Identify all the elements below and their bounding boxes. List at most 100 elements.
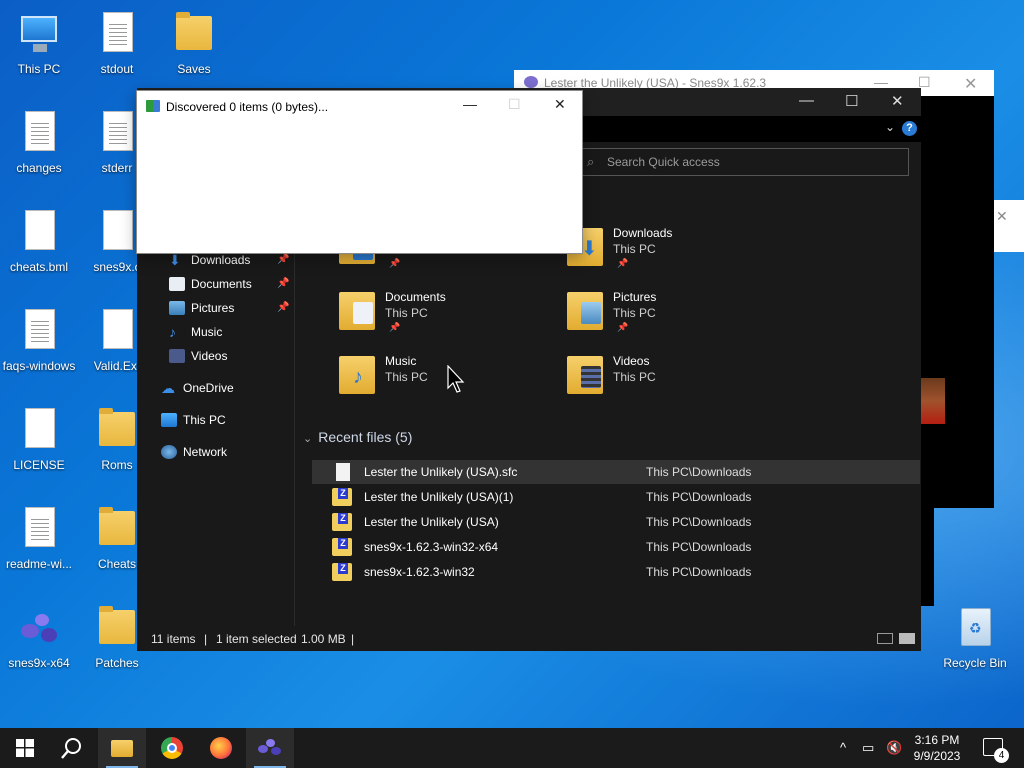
nav-item-label: Music [191, 325, 223, 339]
chevron-down-icon[interactable]: ⌄ [885, 120, 895, 134]
desktop-icon-label: Cheats [97, 557, 137, 571]
close-icon[interactable]: ✕ [964, 74, 977, 94]
start-button[interactable] [0, 728, 48, 768]
quick-access-location: This PC [613, 306, 656, 320]
desktop-icon-label: changes [16, 161, 62, 175]
videos-folder-icon [567, 356, 603, 394]
snes9x-icon [524, 76, 538, 88]
desktop-icon-label: Valid.Ext [93, 359, 141, 373]
chrome-icon [161, 737, 183, 759]
taskbar-file-explorer[interactable] [98, 728, 146, 768]
recycle-bin-icon: ♻ [953, 604, 997, 652]
nav-item-pictures[interactable]: Pictures [169, 298, 234, 318]
recent-file-row[interactable]: snes9x-1.62.3-win32 This PC\Downloads [312, 560, 920, 584]
folder-icon [111, 740, 133, 757]
file-icon [17, 406, 61, 454]
desktop-icon-saves[interactable]: Saves [155, 4, 233, 86]
minimize-icon[interactable]: — [463, 96, 477, 112]
recent-files-header[interactable]: ⌄ Recent files (5) [303, 429, 412, 445]
nav-item-documents[interactable]: Documents [169, 274, 252, 294]
text-file-icon [95, 10, 139, 58]
search-button[interactable] [48, 728, 96, 768]
pin-icon[interactable]: 📌 [277, 254, 289, 265]
taskbar-firefox[interactable] [197, 728, 245, 768]
desktop-icon-label: Roms [101, 458, 133, 472]
volume-muted-icon[interactable]: 🔇 [886, 740, 902, 756]
desktop-icon-this-pc[interactable]: This PC [0, 4, 78, 86]
pictures-icon [169, 301, 185, 315]
file-location: This PC\Downloads [646, 540, 752, 554]
desktop-icon-readme[interactable]: readme-wi... [0, 499, 78, 581]
desktop-icon-cheats-bml[interactable]: cheats.bml [0, 202, 78, 284]
chevron-up-icon[interactable]: ^ [840, 740, 846, 755]
minimize-icon[interactable]: — [799, 92, 814, 109]
taskbar-chrome[interactable] [148, 728, 196, 768]
desktop-icon-snes9x-x64[interactable]: snes9x-x64 [0, 598, 78, 680]
desktop-icon-label: LICENSE [13, 458, 65, 472]
nav-item-videos[interactable]: Videos [169, 346, 227, 366]
desktop-icon-label: faqs-windows [2, 359, 76, 373]
network-status-icon[interactable]: ▭ [862, 740, 874, 756]
pin-icon[interactable]: 📌 [277, 278, 289, 289]
large-icons-view-icon[interactable] [899, 633, 915, 644]
nav-item-network[interactable]: Network [161, 442, 227, 462]
discovery-dialog[interactable]: Discovered 0 items (0 bytes)... — ☐ ✕ [136, 90, 583, 254]
desktop-icon-label: readme-wi... [5, 557, 73, 571]
search-icon: ⌕ [587, 154, 595, 169]
notification-count-badge: 4 [994, 748, 1009, 763]
videos-icon [169, 349, 185, 363]
desktop-icon-recycle-bin[interactable]: ♻ Recycle Bin [936, 598, 1014, 680]
taskbar-snes9x[interactable] [246, 728, 294, 768]
recent-file-row[interactable]: snes9x-1.62.3-win32-x64 This PC\Download… [312, 535, 920, 559]
desktop-icon-faqs-windows[interactable]: faqs-windows [0, 301, 78, 383]
close-icon[interactable]: ✕ [554, 96, 566, 113]
help-icon[interactable]: ? [902, 121, 917, 136]
pictures-folder-icon [567, 292, 603, 330]
quick-access-location: This PC [385, 306, 428, 320]
close-icon[interactable]: ✕ [891, 92, 904, 110]
snes9x-icon [258, 739, 282, 757]
file-icon [95, 208, 139, 256]
pin-icon[interactable]: 📌 [389, 322, 400, 333]
zip-folder-icon [332, 513, 352, 531]
nav-item-onedrive[interactable]: ☁ OneDrive [161, 378, 234, 398]
text-file-icon [95, 109, 139, 157]
desktop-icon-changes[interactable]: changes [0, 103, 78, 185]
nav-item-label: Downloads [191, 253, 251, 267]
recent-file-row[interactable]: Lester the Unlikely (USA).sfc This PC\Do… [312, 460, 920, 484]
search-input[interactable]: ⌕ Search Quick access [580, 148, 909, 176]
dialog-titlebar[interactable]: Discovered 0 items (0 bytes)... — ☐ ✕ [137, 91, 582, 119]
quick-access-item-documents[interactable]: Documents This PC 📌 [339, 290, 539, 342]
pin-icon[interactable]: 📌 [277, 302, 289, 313]
computer-icon [161, 413, 177, 427]
quick-access-item-music[interactable]: ♪ Music This PC [339, 354, 539, 406]
desktop-icon-license[interactable]: LICENSE [0, 400, 78, 482]
desktop-icon-stdout[interactable]: stdout [78, 4, 156, 86]
music-folder-icon: ♪ [339, 356, 375, 394]
details-view-icon[interactable] [877, 633, 893, 644]
quick-access-name: Videos [613, 354, 650, 368]
nav-item-music[interactable]: ♪ Music [169, 322, 222, 342]
dialog-title: Discovered 0 items (0 bytes)... [166, 100, 329, 114]
recent-file-row[interactable]: Lester the Unlikely (USA) This PC\Downlo… [312, 510, 920, 534]
quick-access-item-pictures[interactable]: Pictures This PC 📌 [567, 290, 767, 342]
file-name: snes9x-1.62.3-win32-x64 [364, 540, 499, 554]
quick-access-name: Music [385, 354, 417, 368]
selection-size: 1.00 MB [301, 632, 346, 646]
nav-item-this-pc[interactable]: This PC [161, 410, 226, 430]
pin-icon[interactable]: 📌 [389, 258, 400, 269]
file-location: This PC\Downloads [646, 515, 752, 529]
maximize-icon[interactable]: ☐ [845, 92, 858, 110]
quick-access-item-videos[interactable]: Videos This PC [567, 354, 767, 406]
zip-folder-icon [332, 563, 352, 581]
search-icon [61, 738, 81, 759]
recent-file-row[interactable]: Lester the Unlikely (USA)(1) This PC\Dow… [312, 485, 920, 509]
desktop-icon-label: Recycle Bin [943, 656, 1007, 670]
system-clock[interactable]: 3:16 PM 9/9/2023 [904, 732, 970, 764]
close-icon[interactable]: ✕ [996, 208, 1008, 225]
pin-icon[interactable]: 📌 [617, 322, 628, 333]
chevron-down-icon: ⌄ [303, 433, 313, 445]
pin-icon[interactable]: 📌 [617, 258, 628, 269]
file-location: This PC\Downloads [646, 490, 752, 504]
quick-access-item-downloads[interactable]: ⬇ Downloads This PC 📌 [567, 226, 767, 278]
